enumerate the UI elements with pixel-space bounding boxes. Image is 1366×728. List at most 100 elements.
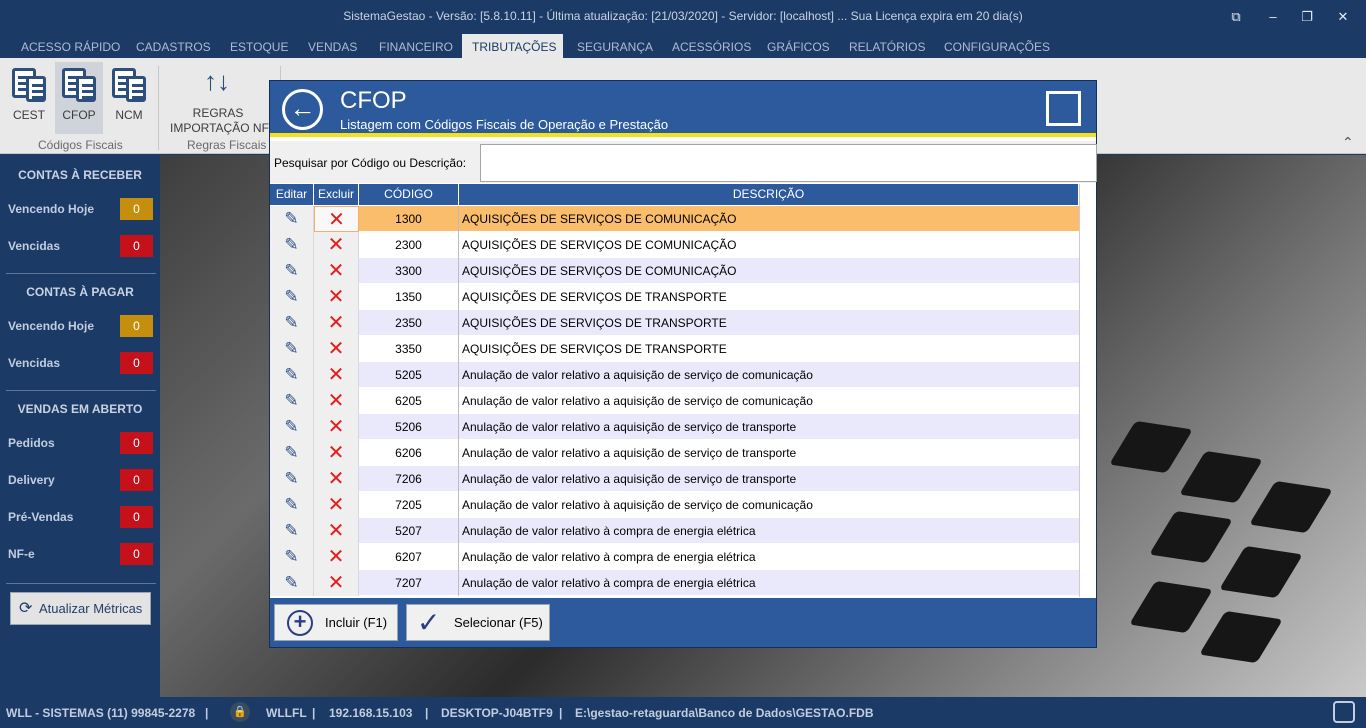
minimize-button[interactable]: – xyxy=(1262,7,1284,27)
table-row[interactable]: ✎ ✕ 5206 Anulação de valor relativo a aquis… xyxy=(270,414,1079,440)
delivery-badge[interactable]: 0 xyxy=(120,469,153,491)
pencil-icon[interactable]: ✎ xyxy=(270,414,314,440)
pencil-icon[interactable]: ✎ xyxy=(270,518,314,544)
x-icon[interactable]: ✕ xyxy=(314,544,359,570)
col-editar[interactable]: Editar xyxy=(270,184,314,205)
table-row[interactable]: ✎ ✕ 5205 Anulação de valor relativo a aquis… xyxy=(270,362,1079,388)
pencil-icon[interactable]: ✎ xyxy=(270,466,314,492)
table-row[interactable]: ✎ ✕ 7205 Anulação de valor relativo à aquis… xyxy=(270,492,1079,518)
cfop-description: Anulação de valor relativo à compra de e… xyxy=(462,524,756,538)
x-icon[interactable]: ✕ xyxy=(314,258,359,284)
tab-configuracoes[interactable]: CONFIGURAÇÕES xyxy=(934,34,1060,58)
include-button[interactable]: + Incluir (F1) xyxy=(274,604,398,641)
pagar-vencendo-badge[interactable]: 0 xyxy=(120,315,153,337)
table-row[interactable]: ✎ ✕ 2300 AQUISIÇÕES DE SERVIÇOS DE COMUNICA… xyxy=(270,232,1079,258)
pencil-icon[interactable]: ✎ xyxy=(270,570,314,596)
col-descricao[interactable]: DESCRIÇÃO xyxy=(459,184,1079,205)
prevendas-badge[interactable]: 0 xyxy=(120,506,153,528)
receber-vencendo-badge[interactable]: 0 xyxy=(120,198,153,220)
pencil-icon[interactable]: ✎ xyxy=(270,388,314,414)
x-icon[interactable]: ✕ xyxy=(314,206,359,232)
tab-vendas[interactable]: VENDAS xyxy=(298,34,367,58)
tab-tributacoes[interactable]: TRIBUTAÇÕES xyxy=(462,34,563,58)
table-row[interactable]: ✎ ✕ 7206 Anulação de valor relativo a aquis… xyxy=(270,466,1079,492)
x-icon[interactable]: ✕ xyxy=(314,362,359,388)
nfe-badge[interactable]: 0 xyxy=(120,543,153,565)
exit-icon[interactable] xyxy=(1333,701,1355,723)
pagar-vencidas-badge[interactable]: 0 xyxy=(120,352,153,374)
x-icon[interactable]: ✕ xyxy=(314,232,359,258)
table-row[interactable]: ✎ ✕ 1300 AQUISIÇÕES DE SERVIÇOS DE COMUNICA… xyxy=(270,206,1079,232)
pencil-icon[interactable]: ✎ xyxy=(270,284,314,310)
search-input[interactable] xyxy=(480,144,1097,182)
col-codigo[interactable]: CÓDIGO xyxy=(359,184,459,205)
pencil-icon[interactable]: ✎ xyxy=(270,544,314,570)
cfop-button[interactable]: CFOP xyxy=(55,62,103,134)
refresh-metrics-button[interactable]: ⟳ Atualizar Métricas xyxy=(10,592,151,625)
tab-cadastros[interactable]: CADASTROS xyxy=(126,34,221,58)
cfop-code: 6205 xyxy=(359,388,459,414)
menu-bar: ACESSO RÁPIDO CADASTROS ESTOQUE VENDAS F… xyxy=(0,34,1366,58)
table-row[interactable]: ✎ ✕ 3300 AQUISIÇÕES DE SERVIÇOS DE COMUNICA… xyxy=(270,258,1079,284)
pencil-icon[interactable]: ✎ xyxy=(270,362,314,388)
regras-importacao-button[interactable]: ↑↓ REGRAS IMPORTAÇÃO NF- xyxy=(168,62,273,135)
col-excluir[interactable]: Excluir xyxy=(314,184,359,205)
x-icon[interactable]: ✕ xyxy=(314,492,359,518)
maximize-dialog-button[interactable] xyxy=(1046,91,1081,126)
tab-financeiro[interactable]: FINANCEIRO xyxy=(369,34,463,58)
table-row[interactable]: ✎ ✕ 3350 AQUISIÇÕES DE SERVIÇOS DE TRANSPOR… xyxy=(270,336,1079,362)
ncm-button[interactable]: NCM xyxy=(106,62,152,134)
tab-acesso-rapido[interactable]: ACESSO RÁPIDO xyxy=(11,34,130,58)
sidebar-divider xyxy=(6,273,156,274)
receber-vencidas-badge[interactable]: 0 xyxy=(120,235,153,257)
x-icon[interactable]: ✕ xyxy=(314,570,359,596)
x-icon[interactable]: ✕ xyxy=(314,414,359,440)
collapse-ribbon-icon[interactable]: ⌃ xyxy=(1342,134,1354,151)
cfop-code: 1350 xyxy=(359,284,459,310)
x-icon[interactable]: ✕ xyxy=(314,466,359,492)
pencil-icon[interactable]: ✎ xyxy=(270,232,314,258)
tab-estoque[interactable]: ESTOQUE xyxy=(220,34,298,58)
x-icon[interactable]: ✕ xyxy=(314,310,359,336)
x-icon[interactable]: ✕ xyxy=(314,440,359,466)
table-row[interactable]: ✎ ✕ 7207 Anulação de valor relativo à compr… xyxy=(270,570,1079,596)
cfop-description: AQUISIÇÕES DE SERVIÇOS DE TRANSPORTE xyxy=(462,342,727,356)
table-row[interactable]: ✎ ✕ 6205 Anulação de valor relativo a aquis… xyxy=(270,388,1079,414)
vendas-aberto-title: VENDAS EM ABERTO xyxy=(17,402,143,416)
x-icon[interactable]: ✕ xyxy=(314,388,359,414)
x-icon[interactable]: ✕ xyxy=(314,284,359,310)
table-row[interactable]: ✎ ✕ 6206 Anulação de valor relativo a aquis… xyxy=(270,440,1079,466)
cest-button[interactable]: CEST xyxy=(6,62,52,134)
pencil-icon[interactable]: ✎ xyxy=(270,258,314,284)
pencil-icon[interactable]: ✎ xyxy=(270,336,314,362)
pencil-icon[interactable]: ✎ xyxy=(270,492,314,518)
pencil-icon[interactable]: ✎ xyxy=(270,440,314,466)
keyboard-key xyxy=(1219,545,1303,599)
close-button[interactable]: ✕ xyxy=(1332,7,1354,27)
status-bar: WLL - SISTEMAS (11) 99845-2278 | 🔒 WLLFL… xyxy=(0,697,1366,728)
tab-seguranca[interactable]: SEGURANÇA xyxy=(567,34,663,58)
restore-icon[interactable]: ⧉ xyxy=(1225,7,1247,27)
maximize-button[interactable]: ❐ xyxy=(1296,7,1318,27)
x-icon[interactable]: ✕ xyxy=(314,518,359,544)
pencil-icon[interactable]: ✎ xyxy=(270,310,314,336)
table-row[interactable]: ✎ ✕ 5207 Anulação de valor relativo à compr… xyxy=(270,518,1079,544)
cfop-code: 7207 xyxy=(359,570,459,596)
x-icon[interactable]: ✕ xyxy=(314,336,359,362)
back-arrow-icon[interactable]: ← xyxy=(282,89,323,130)
select-label: Selecionar (F5) xyxy=(454,615,543,630)
pencil-icon[interactable]: ✎ xyxy=(270,206,314,232)
user-name: WLLFL xyxy=(266,706,307,720)
table-row[interactable]: ✎ ✕ 2350 AQUISIÇÕES DE SERVIÇOS DE TRANSPOR… xyxy=(270,310,1079,336)
cfop-code: 5206 xyxy=(359,414,459,440)
plus-circle-icon: + xyxy=(287,610,313,636)
table-row[interactable]: ✎ ✕ 1350 AQUISIÇÕES DE SERVIÇOS DE TRANSPOR… xyxy=(270,284,1079,310)
tab-acessorios[interactable]: ACESSÓRIOS xyxy=(662,34,761,58)
tab-graficos[interactable]: GRÁFICOS xyxy=(757,34,840,58)
refresh-metrics-label: Atualizar Métricas xyxy=(39,601,143,616)
table-row[interactable]: ✎ ✕ 6207 Anulação de valor relativo à compr… xyxy=(270,544,1079,570)
select-button[interactable]: ✓ Selecionar (F5) xyxy=(406,604,550,641)
pedidos-badge[interactable]: 0 xyxy=(120,432,153,454)
sidebar-divider xyxy=(6,390,156,391)
tab-relatorios[interactable]: RELATÓRIOS xyxy=(839,34,935,58)
